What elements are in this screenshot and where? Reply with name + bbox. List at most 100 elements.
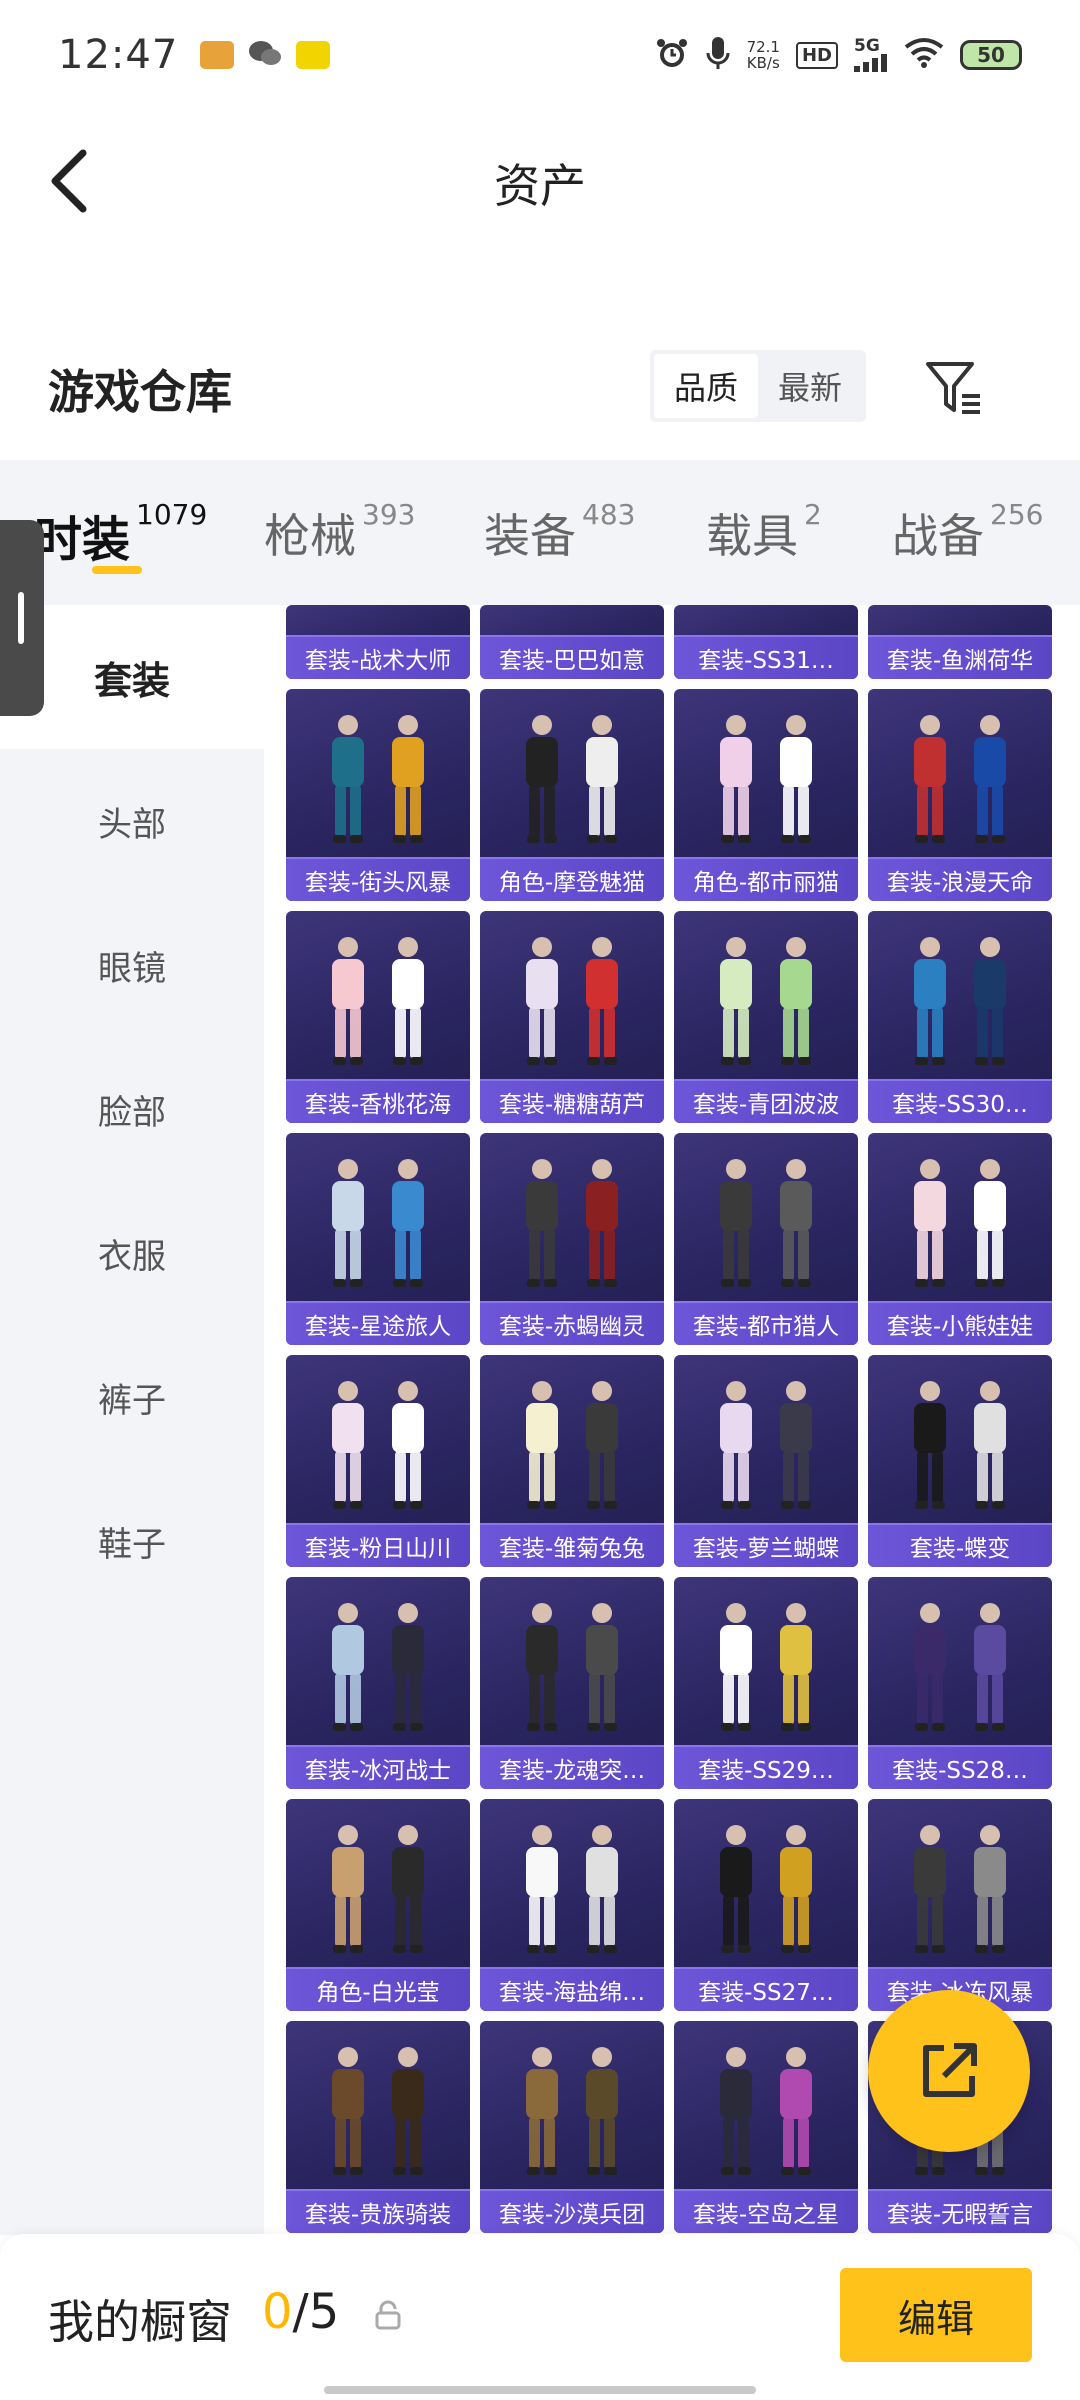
outfit-card[interactable]: 套装-冰河战士	[286, 1577, 470, 1789]
sidebar-item-clothes[interactable]: 衣服	[0, 1181, 264, 1325]
outfit-card[interactable]: 套装-粉日山川	[286, 1355, 470, 1567]
outfit-card-label: 套装-街头风暴	[286, 857, 470, 901]
outfit-figure-icon	[332, 1825, 424, 1953]
outfit-card-label: 套装-糖糖葫芦	[480, 1079, 664, 1123]
active-tab-indicator	[92, 566, 142, 574]
outfit-card-label: 套装-SS29…	[674, 1745, 858, 1789]
tab-label: 枪械	[264, 509, 356, 563]
outfit-card-label: 套装-都市猎人	[674, 1301, 858, 1345]
outfit-figure-icon	[720, 1603, 812, 1731]
outfit-figure-icon	[720, 715, 812, 843]
grid-row: 套装-香桃花海 套装-糖糖葫芦 套装-青团波波 套装-SS30…	[286, 911, 1076, 1123]
outfit-card[interactable]: 套装-SS27…	[674, 1799, 858, 2011]
outfit-card[interactable]: 套装-赤蝎幽灵	[480, 1133, 664, 1345]
outfit-card-label: 套装-战术大师	[286, 635, 470, 679]
tab-label: 载具	[706, 509, 798, 563]
outfit-figure-icon	[720, 937, 812, 1065]
outfit-card[interactable]: 套装-巴巴如意	[480, 605, 664, 679]
tab-firearms[interactable]: 枪械 393	[264, 498, 416, 566]
sort-option-quality[interactable]: 品质	[654, 354, 758, 418]
microphone-icon	[705, 35, 731, 75]
game-app-icon	[200, 41, 235, 69]
outfit-card[interactable]: 套装-青团波波	[674, 911, 858, 1123]
grid-row: 套装-星途旅人 套装-赤蝎幽灵 套装-都市猎人 套装-小熊娃娃	[286, 1133, 1076, 1345]
outfit-card[interactable]: 套装-街头风暴	[286, 689, 470, 901]
outfit-figure-icon	[526, 2047, 618, 2175]
outfit-figure-icon	[914, 1825, 1006, 1953]
hd-badge: HD	[795, 41, 838, 69]
outfit-card[interactable]: 套装-蝶变	[868, 1355, 1052, 1567]
outfit-card[interactable]: 套装-星途旅人	[286, 1133, 470, 1345]
outfit-card[interactable]: 套装-SS29…	[674, 1577, 858, 1789]
outfit-card[interactable]: 套装-沙漠兵团	[480, 2021, 664, 2233]
outfit-card-label: 套装-空岛之星	[674, 2189, 858, 2233]
filter-icon	[926, 362, 980, 414]
outfit-card[interactable]: 套装-战术大师	[286, 605, 470, 679]
outfit-figure-icon	[914, 937, 1006, 1065]
outfit-card-label: 套装-海盐绵…	[480, 1967, 664, 2011]
tab-vehicles[interactable]: 载具 2	[706, 498, 822, 566]
outfit-card[interactable]: 套装-海盐绵…	[480, 1799, 664, 2011]
outfit-figure-icon	[914, 715, 1006, 843]
showcase-current: 0	[262, 2284, 293, 2340]
outfit-card[interactable]: 套装-糖糖葫芦	[480, 911, 664, 1123]
signal-5g-icon: 5G	[854, 38, 888, 72]
outfit-card[interactable]: 套装-SS30…	[868, 911, 1052, 1123]
outfit-card[interactable]: 套装-空岛之星	[674, 2021, 858, 2233]
sidebar-item-glasses[interactable]: 眼镜	[0, 893, 264, 1037]
outfit-card[interactable]: 套装-SS28…	[868, 1577, 1052, 1789]
wechat-icon	[248, 38, 282, 72]
outfit-card-label: 角色-白光莹	[286, 1967, 470, 2011]
outfit-figure-icon	[720, 2047, 812, 2175]
outfit-card[interactable]: 套装-SS31…	[674, 605, 858, 679]
outfit-card[interactable]: 套装-都市猎人	[674, 1133, 858, 1345]
outfit-card[interactable]: 角色-白光莹	[286, 1799, 470, 2011]
share-button[interactable]	[868, 1990, 1030, 2152]
tab-count: 393	[362, 498, 416, 531]
tab-count: 483	[582, 498, 636, 531]
outfit-card-label: 套装-贵族骑装	[286, 2189, 470, 2233]
outfit-card-label: 套装-星途旅人	[286, 1301, 470, 1345]
outfit-card-label: 套装-鱼渊荷华	[868, 635, 1052, 679]
outfit-card[interactable]: 套装-萝兰蝴蝶	[674, 1355, 858, 1567]
outfit-card[interactable]: 套装-龙魂突…	[480, 1577, 664, 1789]
side-drawer-handle[interactable]	[0, 520, 44, 716]
sidebar-item-shoes[interactable]: 鞋子	[0, 1469, 264, 1613]
filter-button[interactable]	[922, 356, 986, 420]
outfit-card[interactable]: 套装-小熊娃娃	[868, 1133, 1052, 1345]
status-app-icons	[200, 38, 331, 72]
page-title: 资产	[494, 159, 586, 213]
outfit-card[interactable]: 套装-浪漫天命	[868, 689, 1052, 901]
outfit-card-label: 角色-都市丽猫	[674, 857, 858, 901]
outfit-card-label: 套装-SS27…	[674, 1967, 858, 2011]
outfit-card[interactable]: 角色-摩登魅猫	[480, 689, 664, 901]
sidebar-item-face[interactable]: 脸部	[0, 1037, 264, 1181]
outfit-card-label: 角色-摩登魅猫	[480, 857, 664, 901]
outfit-figure-icon	[914, 1159, 1006, 1287]
section-title: 游戏仓库	[48, 365, 232, 419]
sidebar-item-pants[interactable]: 裤子	[0, 1325, 264, 1469]
wifi-icon	[904, 37, 944, 73]
outfit-card[interactable]: 套装-冰冻风暴	[868, 1799, 1052, 2011]
outfit-card-label: 套装-沙漠兵团	[480, 2189, 664, 2233]
outfit-figure-icon	[332, 1603, 424, 1731]
sort-option-newest[interactable]: 最新	[758, 354, 862, 418]
outfit-card-label: 套装-粉日山川	[286, 1523, 470, 1567]
outfit-card[interactable]: 套装-鱼渊荷华	[868, 605, 1052, 679]
outfit-card[interactable]: 套装-香桃花海	[286, 911, 470, 1123]
outfit-card[interactable]: 套装-雏菊兔兔	[480, 1355, 664, 1567]
outfit-card-label: 套装-冰河战士	[286, 1745, 470, 1789]
sidebar-item-head[interactable]: 头部	[0, 749, 264, 893]
outfit-figure-icon	[914, 1603, 1006, 1731]
outfit-figure-icon	[526, 1825, 618, 1953]
tab-supplies[interactable]: 战备 256	[892, 498, 1043, 566]
outfit-card[interactable]: 角色-都市丽猫	[674, 689, 858, 901]
tab-label: 时装	[34, 512, 131, 568]
subcategory-sidebar: 套装 头部 眼镜 脸部 衣服 裤子 鞋子	[0, 605, 264, 2235]
outfit-card[interactable]: 套装-贵族骑装	[286, 2021, 470, 2233]
edit-button[interactable]: 编辑	[840, 2268, 1032, 2362]
tab-fashion[interactable]: 时装 1079	[34, 498, 207, 570]
tab-equipment[interactable]: 装备 483	[484, 498, 636, 566]
outfit-card-label: 套装-巴巴如意	[480, 635, 664, 679]
share-external-icon	[923, 2043, 977, 2097]
